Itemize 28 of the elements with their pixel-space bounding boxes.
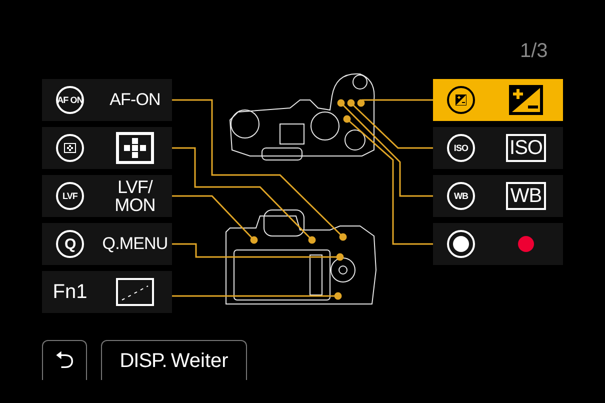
back-button[interactable]: ⮌: [42, 340, 87, 380]
button-badge: Q: [56, 230, 84, 258]
function-label: ISO: [506, 134, 546, 162]
button-row[interactable]: WB WB: [433, 175, 563, 217]
circle-icon: [453, 236, 469, 252]
button-row[interactable]: [433, 79, 563, 121]
function-label: LVF/ MON: [114, 178, 156, 214]
function-label: WB: [506, 182, 546, 210]
grid-icon: [64, 143, 76, 153]
function-label: AF-ON: [110, 91, 160, 109]
button-label: Fn1: [52, 280, 88, 305]
plus-minus-icon: [455, 94, 467, 106]
button-badge: WB: [447, 182, 475, 210]
dot-icon: [518, 236, 534, 252]
button-row[interactable]: [42, 127, 172, 169]
button-row[interactable]: [433, 223, 563, 265]
function-label: Q.MENU: [102, 235, 168, 253]
button-row[interactable]: Q Q.MENU: [42, 223, 172, 265]
grid-icon: [116, 132, 154, 164]
button-row[interactable]: ISO ISO: [433, 127, 563, 169]
button-row[interactable]: LVF LVF/ MON: [42, 175, 172, 217]
button-row[interactable]: Fn1: [42, 271, 172, 313]
disp-button[interactable]: DISP. Weiter: [101, 340, 247, 380]
button-badge: LVF: [56, 182, 84, 210]
plus-minus-icon: [509, 85, 543, 115]
page-indicator: 1/3: [520, 40, 548, 62]
touch-icon: [116, 278, 154, 306]
button-badge: ISO: [447, 134, 475, 162]
